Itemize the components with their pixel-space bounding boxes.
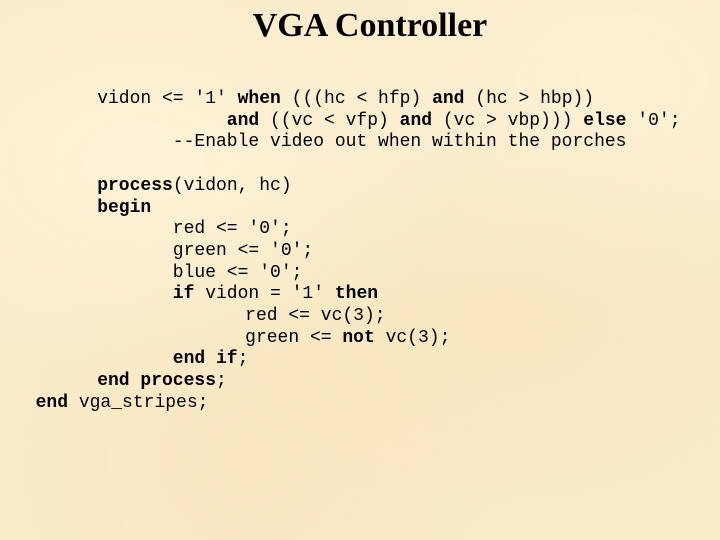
code-line: if vidon = '1' then <box>173 284 378 306</box>
code-text: ((vc < vfp) <box>259 110 400 131</box>
code-text: green <= <box>245 327 343 348</box>
code-keyword: if <box>172 284 195 305</box>
code-text: --Enable video out when within the porch… <box>172 132 627 153</box>
code-line: --Enable video out when within the porch… <box>173 132 627 154</box>
code-keyword: end if <box>172 349 238 370</box>
code-text: '0'; <box>626 110 681 131</box>
code-keyword: when <box>237 89 281 109</box>
code-keyword: and <box>432 89 465 109</box>
code-line: end process; <box>97 371 227 393</box>
code-text: green <= '0'; <box>172 240 314 261</box>
code-line: green <= '0'; <box>173 241 313 263</box>
code-text: ; <box>216 371 227 392</box>
code-keyword: and <box>226 110 260 131</box>
code-text: blue <= '0'; <box>172 262 303 283</box>
code-text: ; <box>237 349 249 370</box>
code-keyword: and <box>399 110 433 131</box>
code-text: (hc > hbp)) <box>464 89 595 109</box>
code-line: and ((vc < vfp) and (vc > vbp))) else '0… <box>227 111 681 133</box>
code-line: end vga_stripes; <box>36 393 209 415</box>
code-keyword: end process <box>97 371 217 392</box>
code-line: red <= vc(3); <box>245 306 385 328</box>
code-text: (vc > vbp))) <box>432 110 584 131</box>
code-line: end if; <box>173 349 249 371</box>
code-text: red <= '0'; <box>172 219 292 240</box>
code-text: vidon = '1' <box>194 284 335 305</box>
code-text: vc(3); <box>374 327 451 348</box>
code-keyword: begin <box>97 197 152 218</box>
code-line: process(vidon, hc) <box>97 176 291 198</box>
code-text: vga_stripes; <box>68 392 209 413</box>
code-keyword: not <box>342 327 375 348</box>
code-line: green <= not vc(3); <box>245 328 450 350</box>
code-line: begin <box>97 198 151 220</box>
code-text: red <= vc(3); <box>245 306 386 326</box>
code-text: (((hc < hfp) <box>280 89 433 109</box>
code-keyword: then <box>334 284 379 305</box>
code-text: vidon <= '1' <box>97 89 238 109</box>
code-line: blue <= '0'; <box>173 263 303 285</box>
code-line: vidon <= '1' when (((hc < hfp) and (hc >… <box>97 89 594 111</box>
code-keyword: end <box>35 392 69 413</box>
code-line: red <= '0'; <box>173 219 292 241</box>
slide-title: VGA Controller <box>252 7 488 44</box>
code-keyword: else <box>583 110 627 131</box>
code-keyword: process <box>97 175 173 196</box>
code-text: (vidon, hc) <box>172 175 292 196</box>
